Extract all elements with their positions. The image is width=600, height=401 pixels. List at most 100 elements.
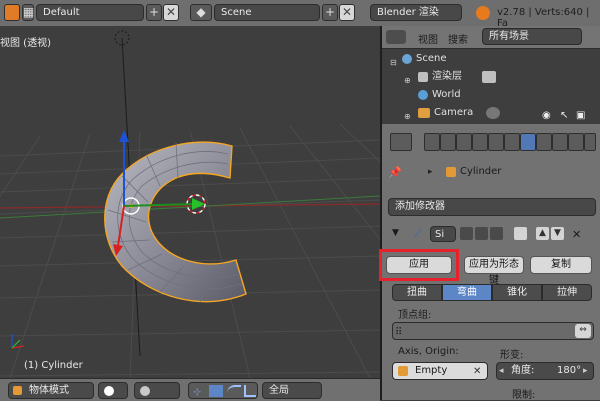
collapse-arrow-icon[interactable]: ▼ xyxy=(392,228,402,238)
decrement-icon[interactable]: ◂ xyxy=(499,364,507,376)
object-mode-icon xyxy=(13,386,22,395)
orientation-label: 全局 xyxy=(269,385,289,396)
mode-twist[interactable]: 扭曲 xyxy=(392,284,442,301)
outliner-menu-view[interactable]: 视图 xyxy=(418,31,438,46)
camera-data-icon xyxy=(486,107,500,119)
modifier-header: ▼ ⟋ Si ▲ ▼ ✕ xyxy=(388,224,596,248)
blender-logo-icon xyxy=(476,6,490,20)
outliner-editor-icon[interactable] xyxy=(386,30,406,44)
add-layout-icon[interactable]: + xyxy=(146,4,162,21)
render-engine-field[interactable]: Blender 渲染 xyxy=(370,4,462,21)
selectable-cursor-icon[interactable]: ↖ xyxy=(560,107,572,121)
info-header: ▦ Default + ✕ ◆ Scene + ✕ Blender 渲染 v2.… xyxy=(0,0,600,29)
texture-tab-icon[interactable] xyxy=(568,133,584,151)
vertex-group-field[interactable]: ⠿ ⇔ xyxy=(392,322,594,340)
data-tab-icon[interactable] xyxy=(536,133,552,151)
limit-label: 限制: xyxy=(512,390,536,401)
world-tab-icon[interactable] xyxy=(472,133,488,151)
scale-icon[interactable] xyxy=(244,385,256,397)
y-arrow-icon xyxy=(192,198,205,210)
mode-taper[interactable]: 锥化 xyxy=(492,284,542,301)
empty-object-icon xyxy=(398,366,408,376)
expand-icon[interactable]: ⊕ xyxy=(404,108,414,121)
mesh-object-icon xyxy=(446,167,456,177)
add-modifier-dropdown[interactable]: 添加修改器 xyxy=(388,198,596,216)
outliner-item-label: Camera xyxy=(434,107,474,118)
visibility-eye-icon[interactable]: ◉ xyxy=(542,107,554,121)
bent-cylinder-mesh xyxy=(104,141,247,303)
solid-shading-icon xyxy=(104,386,114,396)
render-layers-tab-icon[interactable] xyxy=(440,133,456,151)
vertex-group-label: 顶点组: xyxy=(398,310,432,321)
simple-deform-icon: ⟋ xyxy=(414,227,422,240)
increment-icon[interactable]: ▸ xyxy=(583,364,591,376)
mode-bend[interactable]: 弯曲 xyxy=(442,284,492,301)
origin-value: Empty xyxy=(415,365,448,376)
remove-modifier-icon[interactable]: ✕ xyxy=(572,228,584,241)
scene-field[interactable]: Scene xyxy=(214,4,320,21)
outliner-filter-field[interactable]: 所有场景 xyxy=(482,28,582,45)
pivot-selector[interactable] xyxy=(134,382,180,399)
clear-origin-icon[interactable]: ✕ xyxy=(473,364,485,377)
viewport-scene xyxy=(0,30,380,378)
outliner-item-camera[interactable]: ⊕ Camera ◉ ↖ ▣ xyxy=(382,104,600,122)
vertex-group-icon: ⠿ xyxy=(395,327,403,338)
pin-icon[interactable]: 📌 xyxy=(388,166,402,179)
3d-viewport[interactable] xyxy=(0,26,380,378)
invert-icon[interactable]: ⇔ xyxy=(575,324,591,338)
outliner-menu-search[interactable]: 搜索 xyxy=(448,31,468,46)
outliner-header: 视图 搜索 所有场景 xyxy=(382,26,600,49)
material-tab-icon[interactable] xyxy=(552,133,568,151)
render-layers-icon xyxy=(418,72,428,82)
viewport-title: 视图 (透视) xyxy=(0,38,51,49)
object-name: Cylinder xyxy=(460,166,502,177)
scene-icon xyxy=(402,54,412,64)
close-layout-icon[interactable]: ✕ xyxy=(163,4,179,21)
move-up-icon[interactable]: ▲ xyxy=(536,227,549,240)
move-down-icon[interactable]: ▼ xyxy=(551,227,564,240)
render-tab-icon[interactable] xyxy=(424,133,440,151)
constraints-tab-icon[interactable] xyxy=(504,133,520,151)
modifiers-tab-icon[interactable] xyxy=(520,133,536,151)
orientation-selector[interactable]: 全局 xyxy=(262,382,322,399)
axis-origin-label: Axis, Origin: xyxy=(398,346,459,357)
show-render-icon[interactable] xyxy=(460,227,473,240)
translate-icon[interactable] xyxy=(209,385,223,397)
collapse-icon[interactable]: ⊟ xyxy=(390,54,400,67)
mode-selector[interactable]: 物体模式 xyxy=(8,382,94,399)
properties-editor-icon[interactable] xyxy=(390,133,412,151)
particles-tab-icon[interactable] xyxy=(584,133,596,151)
camera-icon xyxy=(418,108,430,118)
manipulator-toggle-icon[interactable]: ⊹ xyxy=(193,385,206,398)
show-on-cage-icon[interactable] xyxy=(514,227,527,240)
layout-field[interactable]: Default xyxy=(36,4,144,21)
layout-browse-icon[interactable]: ▦ xyxy=(22,4,34,21)
editor-type-icon[interactable] xyxy=(4,4,20,21)
object-tab-icon[interactable] xyxy=(488,133,504,151)
show-editmode-icon[interactable] xyxy=(490,227,503,240)
show-viewport-icon[interactable] xyxy=(475,227,488,240)
outliner-item-world[interactable]: World xyxy=(382,86,600,104)
render-camera-icon[interactable]: ▣ xyxy=(576,107,588,121)
angle-field[interactable]: ◂ 角度: 180° ▸ xyxy=(496,362,594,380)
close-scene-icon[interactable]: ✕ xyxy=(339,4,355,21)
expand-icon[interactable]: ⊕ xyxy=(404,72,414,85)
apply-button[interactable]: 应用 xyxy=(386,256,452,274)
transform-manipulator-group[interactable]: ⊹ xyxy=(188,382,258,399)
outliner-item-render-layers[interactable]: ⊕ 渲染层 xyxy=(382,68,600,86)
apply-as-shape-button[interactable]: 应用为形态键 xyxy=(464,256,524,286)
render-layer-icon xyxy=(482,71,496,83)
viewport-shading-selector[interactable] xyxy=(98,382,128,399)
origin-field[interactable]: Empty ✕ xyxy=(392,362,488,380)
pivot-icon xyxy=(140,386,150,396)
angle-label: 角度: xyxy=(511,365,535,376)
scene-browse-icon[interactable]: ◆ xyxy=(190,4,212,21)
modifier-name-field[interactable]: Si xyxy=(430,226,456,242)
angle-value: 180° xyxy=(557,365,582,376)
rotate-icon[interactable] xyxy=(227,385,241,397)
mode-stretch[interactable]: 拉伸 xyxy=(542,284,592,301)
add-scene-icon[interactable]: + xyxy=(322,4,338,21)
outliner-item-scene[interactable]: ⊟ Scene xyxy=(382,50,600,68)
scene-tab-icon[interactable] xyxy=(456,133,472,151)
copy-button[interactable]: 复制 xyxy=(530,256,592,274)
